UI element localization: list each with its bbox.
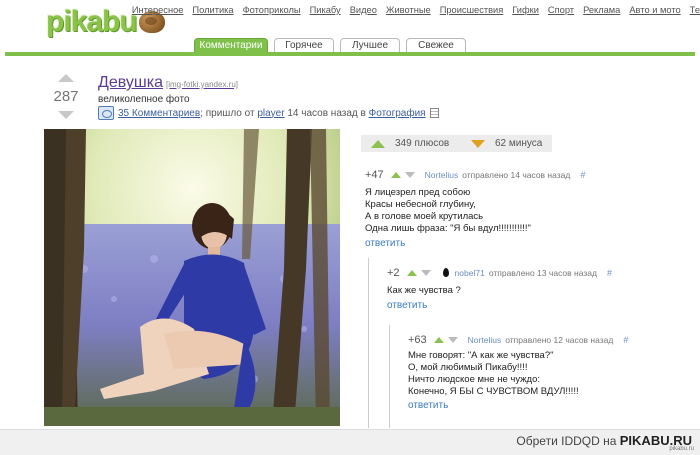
post-title-text: Девушка	[98, 74, 163, 91]
comment-body: Я лицезрел пред собою Красы небесной глу…	[365, 187, 685, 235]
reply-link[interactable]: ответить	[408, 400, 688, 411]
comment-time: отправлено 14 часов назад	[462, 169, 571, 180]
document-icon[interactable]	[429, 108, 439, 118]
comment-downvote-icon[interactable]	[404, 171, 415, 178]
nav-item[interactable]: Авто и мото	[629, 5, 680, 15]
post-meta: 35 Комментариев ; пришло от player 14 ча…	[98, 106, 439, 120]
nav-item[interactable]: Те	[690, 5, 700, 15]
comment-author[interactable]: nobel71	[455, 268, 485, 278]
author-link[interactable]: player	[257, 108, 284, 119]
reply-link[interactable]: ответить	[365, 238, 685, 249]
rating-value: 287	[53, 88, 79, 105]
comment-header: +47 Nortelius отправлено 14 часов назад …	[365, 168, 685, 181]
section-tabs: Комментарии Горячее Лучшее Свежее	[194, 38, 466, 52]
nav-item[interactable]: Спорт	[548, 5, 574, 15]
category-link[interactable]: Фотография	[369, 108, 426, 119]
post-description: великолепное фото	[98, 94, 190, 105]
minus-votes: 62 минуса	[471, 138, 542, 149]
meta-time: 14 часов назад в	[287, 107, 366, 119]
comment-author[interactable]: Nortelius	[425, 170, 459, 180]
comment-upvote-icon[interactable]	[406, 269, 417, 276]
nav-item[interactable]: Пикабу	[310, 5, 341, 15]
plus-arrow-icon[interactable]	[371, 139, 385, 148]
minus-arrow-icon[interactable]	[471, 139, 485, 148]
post-photo[interactable]	[44, 129, 340, 426]
comment-permalink[interactable]: #	[623, 335, 628, 345]
downvote-icon[interactable]	[58, 111, 74, 119]
minus-count: 62 минуса	[495, 138, 543, 149]
comment-score: +63	[408, 333, 427, 346]
thread-line	[368, 258, 369, 428]
comment-downvote-icon[interactable]	[420, 269, 431, 276]
comment-line: О, мой любимый Пикабу!!!!	[408, 362, 528, 373]
upvote-icon[interactable]	[58, 74, 74, 82]
post-rating: 287	[50, 74, 82, 119]
comments-icon[interactable]	[98, 106, 114, 120]
comment-time: отправлено 12 часов назад	[505, 334, 614, 345]
nav-item[interactable]: Реклама	[583, 5, 620, 15]
nav-item[interactable]: Животные	[386, 5, 431, 15]
tab-fresh[interactable]: Свежее	[406, 38, 466, 52]
plus-votes: 349 плюсов	[371, 138, 449, 149]
comment-author[interactable]: Nortelius	[468, 335, 502, 345]
tab-best[interactable]: Лучшее	[340, 38, 400, 52]
comment-header: +2 nobel71 отправлено 13 часов назад #	[387, 266, 687, 279]
nav-item[interactable]: Фотоприколы	[243, 5, 301, 15]
comment-body: Мне говорят: "А как же чувства?" О, мой …	[408, 350, 688, 398]
post-title[interactable]: Девушка [img-fotki.yandex.ru]	[98, 74, 238, 92]
comment: +63 Nortelius отправлено 12 часов назад …	[408, 333, 688, 412]
nav-item[interactable]: Политика	[192, 5, 233, 15]
comment-line: А в голове моей крутилась	[365, 211, 484, 222]
comment-header: +63 Nortelius отправлено 12 часов назад …	[408, 333, 688, 346]
reply-link[interactable]: ответить	[387, 300, 687, 311]
meta-text: ; пришло от	[200, 107, 255, 119]
comment-line: Конечно, Я БЫ С ЧУВСТВОМ ВДУЛ!!!!!	[408, 386, 579, 397]
comment-line: Красы небесной глубину,	[365, 199, 476, 210]
comment-time: отправлено 13 часов назад	[488, 267, 597, 278]
comment-line: Одна лишь фраза: "Я бы вдул!!!!!!!!!!!"	[365, 223, 531, 234]
post-source: [img-fotki.yandex.ru]	[165, 80, 238, 89]
comment-line: Как же чувства ?	[387, 285, 461, 296]
comment-permalink[interactable]: #	[580, 170, 585, 180]
footer-watermark: pikabu.ru	[669, 446, 694, 452]
footer-bar: Обрети IDDQD на PIKABU.RU pikabu.ru	[0, 429, 700, 455]
nav-item[interactable]: Интересное	[132, 5, 184, 15]
plus-count: 349 плюсов	[395, 138, 450, 149]
comment: +2 nobel71 отправлено 13 часов назад # К…	[387, 266, 687, 312]
footer-prefix: Обрети IDDQD на	[516, 434, 617, 448]
tab-comments[interactable]: Комментарии	[194, 38, 268, 52]
comment-upvote-icon[interactable]	[433, 336, 444, 343]
comment-upvote-icon[interactable]	[390, 171, 401, 178]
nav-item[interactable]: Происшествия	[440, 5, 504, 15]
logo-text: pikabu	[46, 5, 138, 38]
comment-line: Ничто людское мне не чуждо:	[408, 374, 541, 385]
tabs-underline	[5, 52, 695, 56]
top-navigation: Интересное Политика Фотоприколы Пикабу В…	[132, 5, 700, 15]
comment-body: Как же чувства ?	[387, 285, 687, 297]
comment-line: Я лицезрел пред собою	[365, 187, 471, 198]
comment-score: +2	[387, 266, 400, 279]
tab-hot[interactable]: Горячее	[274, 38, 334, 52]
nav-item[interactable]: Гифки	[512, 5, 539, 15]
comment-line: Мне говорят: "А как же чувства?"	[408, 350, 554, 361]
comment: +47 Nortelius отправлено 14 часов назад …	[365, 168, 685, 250]
photo-image	[44, 129, 340, 426]
comment-permalink[interactable]: #	[607, 268, 612, 278]
votes-summary: 349 плюсов 62 минуса	[361, 135, 552, 152]
comment-score: +47	[365, 168, 384, 181]
drop-icon	[442, 268, 449, 277]
nav-item[interactable]: Видео	[350, 5, 377, 15]
comment-downvote-icon[interactable]	[447, 336, 458, 343]
footer-slogan: Обрети IDDQD на PIKABU.RU	[516, 433, 692, 448]
thread-line	[389, 325, 390, 428]
top-bar: pikabu Интересное Политика Фотоприколы П…	[0, 0, 700, 56]
comments-link[interactable]: 35 Комментариев	[118, 108, 200, 119]
